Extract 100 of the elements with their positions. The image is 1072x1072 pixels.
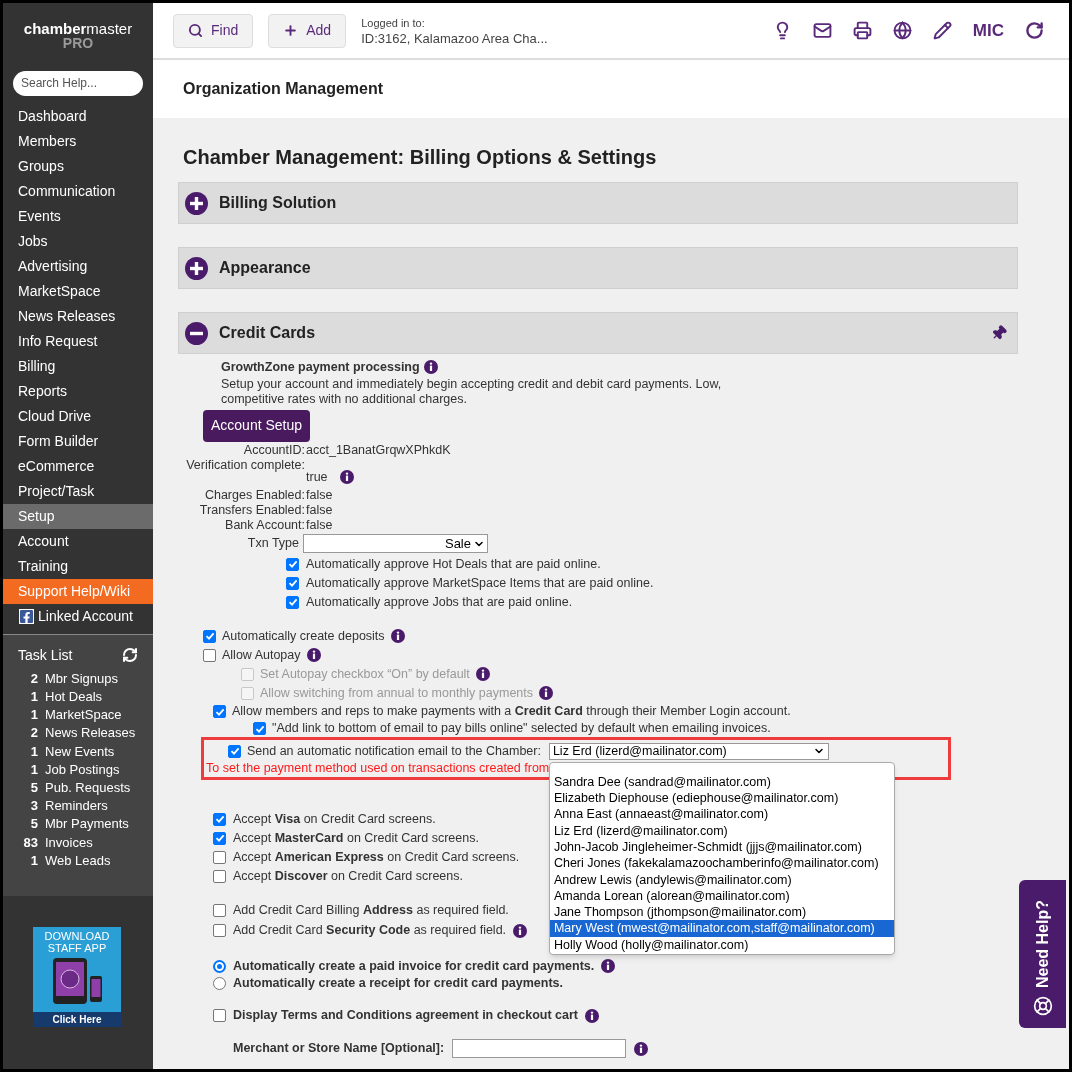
task-list-title: Task List bbox=[18, 645, 73, 665]
task-link[interactable]: Invoices bbox=[45, 832, 93, 853]
task-link[interactable]: Reminders bbox=[45, 796, 108, 816]
field-label: Verification complete: bbox=[185, 457, 305, 474]
refresh-icon[interactable] bbox=[122, 647, 138, 663]
checkbox[interactable] bbox=[213, 812, 226, 826]
nav-item[interactable]: Communication bbox=[3, 178, 153, 204]
nav-item[interactable]: Form Builder bbox=[3, 428, 153, 454]
add-button[interactable]: Add bbox=[268, 13, 347, 48]
checkbox[interactable] bbox=[203, 648, 216, 662]
checkbox[interactable] bbox=[253, 722, 266, 736]
search-icon bbox=[188, 23, 203, 38]
download-app-banner[interactable]: DOWNLOAD STAFF APP Click Here bbox=[33, 926, 121, 1027]
dropdown-option[interactable]: Liz Erd (lizerd@mailinator.com) bbox=[549, 822, 894, 839]
dropdown-option[interactable]: Mary West (mwest@mailinator.com,staff@mailinator.com) bbox=[549, 920, 894, 937]
nav-item[interactable]: Reports bbox=[3, 378, 153, 404]
nav-item[interactable]: Training bbox=[3, 553, 153, 579]
checkbox[interactable] bbox=[213, 705, 226, 719]
notification-select[interactable]: Liz Erd (lizerd@mailinator.com) bbox=[548, 742, 829, 760]
plus-icon bbox=[283, 23, 299, 38]
page-header: Organization Management bbox=[183, 79, 384, 99]
dropdown-option[interactable]: Jane Thompson (jthompson@mailinator.com) bbox=[549, 904, 894, 921]
nav-item[interactable]: Info Request bbox=[3, 328, 153, 354]
radio-button[interactable] bbox=[213, 976, 226, 990]
option-label: Add Credit Card Security Code as required field. bbox=[233, 922, 507, 940]
task-link[interactable]: Mbr Payments bbox=[45, 814, 129, 834]
checkbox[interactable] bbox=[213, 904, 226, 918]
account-setup-button[interactable]: Account Setup bbox=[203, 409, 311, 442]
nav-item[interactable]: Events bbox=[3, 203, 153, 229]
find-button[interactable]: Find bbox=[173, 13, 254, 48]
nav-item[interactable]: Linked Account bbox=[3, 603, 153, 629]
globe-icon[interactable] bbox=[892, 21, 912, 40]
section-header[interactable]: Credit Cards bbox=[178, 312, 1018, 354]
section-header[interactable]: Billing Solution bbox=[178, 182, 1018, 224]
task-count: 2 bbox=[29, 724, 38, 743]
option-label: Allow Autopay bbox=[222, 646, 301, 664]
option-label: Set Autopay checkbox “On” by default bbox=[260, 665, 470, 683]
nav-item[interactable]: MarketSpace bbox=[3, 278, 153, 304]
task-link[interactable]: Web Leads bbox=[45, 850, 111, 871]
task-link[interactable]: News Releases bbox=[45, 723, 136, 743]
task-link[interactable]: Job Postings bbox=[45, 759, 120, 780]
task-link[interactable]: Pub. Requests bbox=[45, 777, 131, 798]
task-count: 3 bbox=[29, 797, 38, 816]
nav-item[interactable]: Advertising bbox=[3, 253, 153, 279]
radio-button[interactable] bbox=[213, 959, 226, 973]
task-count: 1 bbox=[29, 851, 38, 870]
dropdown-option[interactable]: Elizabeth Diephouse (ediephouse@mailinator.com) bbox=[549, 790, 894, 807]
checkbox[interactable] bbox=[213, 924, 226, 938]
task-link[interactable]: New Events bbox=[45, 741, 115, 762]
checkbox[interactable] bbox=[286, 557, 299, 571]
option-label: "Add link to bottom of email to pay bills online" selected by default when emailing invoices. bbox=[272, 720, 771, 738]
checkbox[interactable] bbox=[213, 1009, 226, 1023]
option-label: Allow switching from annual to monthly payments bbox=[260, 684, 534, 702]
dropdown-option[interactable]: John-Jacob Jingleheimer-Schmidt (jjjs@mailinator.com) bbox=[549, 838, 894, 856]
nav-item[interactable]: News Releases bbox=[3, 303, 153, 329]
checkbox[interactable] bbox=[213, 869, 226, 883]
nav-item[interactable]: Members bbox=[3, 128, 153, 154]
nav-item[interactable]: Cloud Drive bbox=[3, 403, 153, 429]
nav-item[interactable]: Account bbox=[3, 528, 153, 554]
nav-item[interactable]: Billing bbox=[3, 353, 153, 379]
task-link[interactable]: Hot Deals bbox=[45, 687, 103, 707]
field-label: Transfers Enabled: bbox=[198, 502, 305, 518]
task-count: 1 bbox=[29, 760, 38, 779]
task-link[interactable]: Mbr Signups bbox=[45, 668, 118, 689]
search-field[interactable]: Search Help... bbox=[13, 70, 143, 96]
field-value: acct_1BanatGrqwXPhkdK bbox=[306, 441, 451, 459]
need-help-tab[interactable]: Need Help? bbox=[1019, 880, 1066, 1028]
user-initials[interactable]: MIC bbox=[972, 17, 1004, 44]
dropdown-option[interactable]: Anna East (annaeast@mailinator.com) bbox=[549, 806, 894, 823]
checkbox[interactable] bbox=[228, 744, 241, 758]
option-label: Accept Visa on Credit Card screens. bbox=[233, 810, 436, 828]
merchant-name-field[interactable] bbox=[452, 1039, 627, 1059]
dropdown-option[interactable]: Amanda Lorean (alorean@mailinator.com) bbox=[549, 887, 894, 905]
pencil-icon[interactable] bbox=[932, 21, 952, 40]
task-count: 1 bbox=[29, 742, 38, 761]
txn-type-select[interactable]: Sale bbox=[303, 534, 488, 554]
dropdown-option[interactable]: Holly Wood (holly@mailinator.com) bbox=[549, 936, 894, 953]
dropdown-option[interactable]: Sandra Dee (sandrad@mailinator.com) bbox=[549, 773, 894, 791]
checkbox[interactable] bbox=[213, 831, 226, 845]
task-count: 5 bbox=[29, 778, 38, 797]
printer-icon[interactable] bbox=[852, 21, 872, 40]
task-count: 83 bbox=[22, 833, 38, 852]
nav-item[interactable]: eCommerce bbox=[3, 453, 153, 479]
nav-item[interactable]: Setup bbox=[3, 503, 153, 529]
dropdown-option[interactable]: Andrew Lewis (andylewis@mailinator.com) bbox=[549, 871, 894, 888]
nav-item[interactable]: Groups bbox=[3, 153, 153, 179]
checkbox[interactable] bbox=[286, 576, 299, 590]
nav-item[interactable]: Project/Task bbox=[3, 478, 153, 504]
checkbox[interactable] bbox=[286, 595, 299, 609]
checkbox[interactable] bbox=[203, 629, 216, 643]
section-header[interactable]: Appearance bbox=[178, 247, 1018, 289]
reload-icon[interactable] bbox=[1025, 21, 1044, 40]
task-link[interactable]: MarketSpace bbox=[45, 705, 122, 725]
nav-item[interactable]: Dashboard bbox=[3, 103, 153, 129]
dropdown-option[interactable]: Cheri Jones (fakekalamazoochamberinfo@mailinator.com) bbox=[549, 855, 894, 872]
collapse-icon bbox=[185, 321, 208, 345]
nav-item[interactable]: Jobs bbox=[3, 228, 153, 254]
mail-icon[interactable] bbox=[812, 21, 832, 40]
checkbox[interactable] bbox=[213, 850, 226, 864]
option-label: Automatically approve Hot Deals that are paid online. bbox=[306, 555, 601, 573]
